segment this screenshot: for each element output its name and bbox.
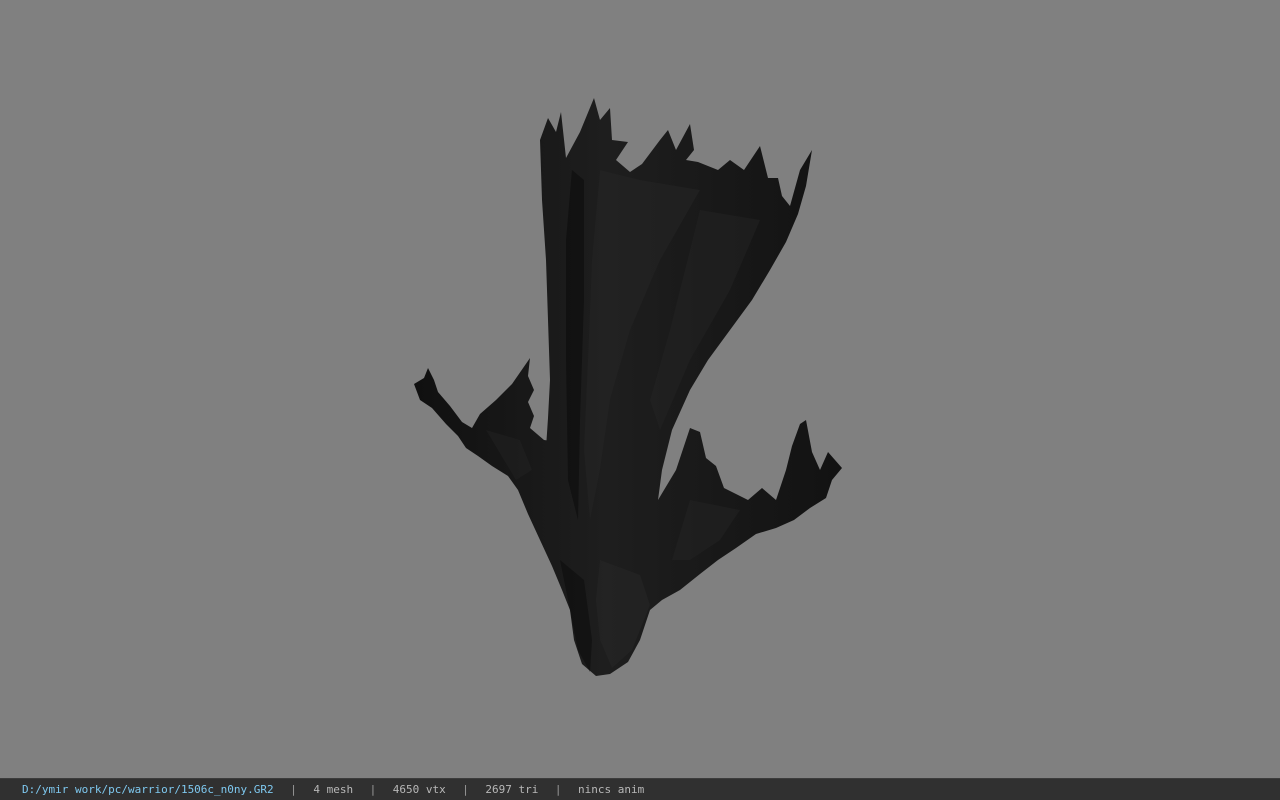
status-separator: |	[290, 783, 297, 796]
status-separator: |	[369, 783, 377, 796]
status-vertex-count: 4650 vtx	[392, 783, 446, 796]
status-separator: |	[554, 783, 562, 796]
status-triangle-count: 2697 tri	[485, 783, 539, 796]
cape-model	[414, 98, 842, 676]
status-separator: |	[462, 783, 469, 796]
status-file-path: D:/ymir work/pc/warrior/1506c_n0ny.GR2	[22, 783, 274, 796]
status-anim: nincs anim	[578, 783, 645, 796]
status-bar: D:/ymir work/pc/warrior/1506c_n0ny.GR2 |…	[0, 778, 1280, 800]
model-viewport[interactable]	[0, 0, 1280, 778]
status-mesh-count: 4 mesh	[313, 783, 354, 796]
